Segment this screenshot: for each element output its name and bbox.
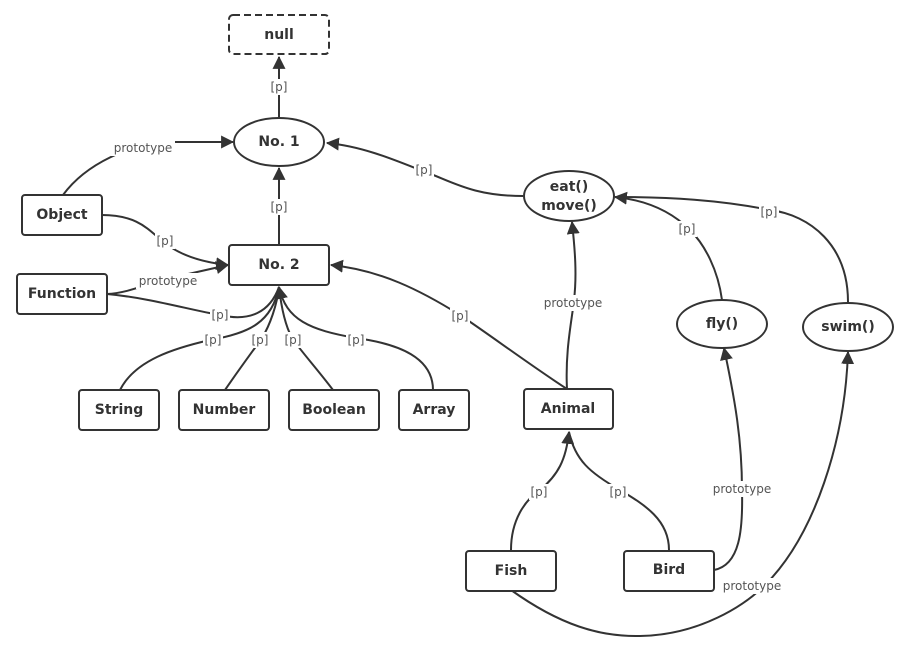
node-no2[interactable]: No. 2	[228, 244, 330, 286]
edge-bird-to-fly	[713, 346, 744, 571]
edge-label: prototype	[136, 273, 200, 289]
svg-text:[p]: [p]	[271, 200, 288, 214]
edge-animal-to-no2	[329, 259, 568, 390]
edge-label: [p]	[529, 484, 549, 500]
svg-text:move(): move()	[541, 198, 597, 214]
edge-label: [p]	[608, 484, 628, 500]
edge-label: [p]	[283, 332, 303, 348]
svg-text:[p]: [p]	[285, 333, 302, 347]
svg-text:[p]: [p]	[271, 80, 288, 94]
edge-label: [p]	[203, 332, 223, 348]
node-eat-move[interactable]: eat() move()	[523, 170, 615, 222]
svg-text:[p]: [p]	[452, 309, 469, 323]
svg-text:prototype: prototype	[139, 274, 197, 288]
svg-text:Function: Function	[28, 286, 96, 302]
svg-text:[p]: [p]	[252, 333, 269, 347]
edge-label: [p]	[450, 308, 470, 324]
node-bird[interactable]: Bird	[623, 550, 715, 592]
svg-text:Array: Array	[413, 402, 456, 418]
svg-text:[p]: [p]	[761, 205, 778, 219]
svg-text:Fish: Fish	[495, 563, 528, 579]
edge-label: prototype	[541, 295, 605, 311]
svg-text:[p]: [p]	[157, 234, 174, 248]
node-object[interactable]: Object	[21, 194, 103, 236]
edge-label: [p]	[269, 79, 289, 95]
node-boolean[interactable]: Boolean	[288, 389, 380, 431]
node-animal[interactable]: Animal	[523, 388, 614, 430]
svg-text:null: null	[264, 27, 294, 43]
svg-text:Animal: Animal	[541, 401, 595, 417]
svg-text:[p]: [p]	[348, 333, 365, 347]
edge-swim-to-eatmove	[614, 196, 849, 303]
node-swim[interactable]: swim()	[802, 302, 894, 352]
edge-label: [p]	[759, 204, 779, 220]
svg-text:eat(): eat()	[550, 179, 588, 195]
edge-fly-to-eatmove	[613, 191, 723, 301]
node-no1[interactable]: No. 1	[233, 117, 325, 167]
edge-label: prototype	[710, 481, 774, 497]
svg-text:prototype: prototype	[544, 296, 602, 310]
edge-label: prototype	[720, 578, 784, 594]
node-number[interactable]: Number	[178, 389, 270, 431]
svg-text:swim(): swim()	[821, 319, 874, 335]
svg-text:[p]: [p]	[212, 308, 229, 322]
node-fish[interactable]: Fish	[465, 550, 557, 592]
node-null[interactable]: null	[228, 14, 330, 55]
edge-label: [p]	[677, 221, 697, 237]
svg-text:[p]: [p]	[205, 333, 222, 347]
edge-label: [p]	[269, 199, 289, 215]
svg-text:prototype: prototype	[723, 579, 781, 593]
svg-text:Object: Object	[36, 207, 88, 223]
node-fly[interactable]: fly()	[676, 299, 768, 349]
edge-label: [p]	[210, 307, 230, 323]
svg-text:String: String	[95, 402, 143, 418]
svg-text:[p]: [p]	[610, 485, 627, 499]
svg-text:No. 1: No. 1	[258, 134, 299, 150]
edge-function-to-no2-p	[106, 286, 280, 319]
svg-text:Bird: Bird	[653, 562, 685, 578]
svg-text:Number: Number	[193, 402, 256, 418]
svg-text:prototype: prototype	[114, 141, 172, 155]
svg-text:[p]: [p]	[531, 485, 548, 499]
edge-label: [p]	[250, 332, 270, 348]
edge-label: [p]	[155, 233, 175, 249]
svg-text:Boolean: Boolean	[302, 402, 366, 418]
svg-text:[p]: [p]	[416, 163, 433, 177]
svg-text:[p]: [p]	[679, 222, 696, 236]
svg-text:No. 2: No. 2	[258, 257, 299, 273]
edge-label: [p]	[414, 162, 434, 178]
node-array[interactable]: Array	[398, 389, 470, 431]
edge-label: [p]	[346, 332, 366, 348]
svg-text:prototype: prototype	[713, 482, 771, 496]
edge-label: prototype	[111, 140, 175, 156]
prototype-chain-diagram: [p] prototype [p] [p] [p] prototype [p] …	[16, 14, 894, 638]
svg-text:fly(): fly()	[706, 316, 738, 332]
node-string[interactable]: String	[78, 389, 160, 431]
node-function[interactable]: Function	[16, 273, 108, 315]
